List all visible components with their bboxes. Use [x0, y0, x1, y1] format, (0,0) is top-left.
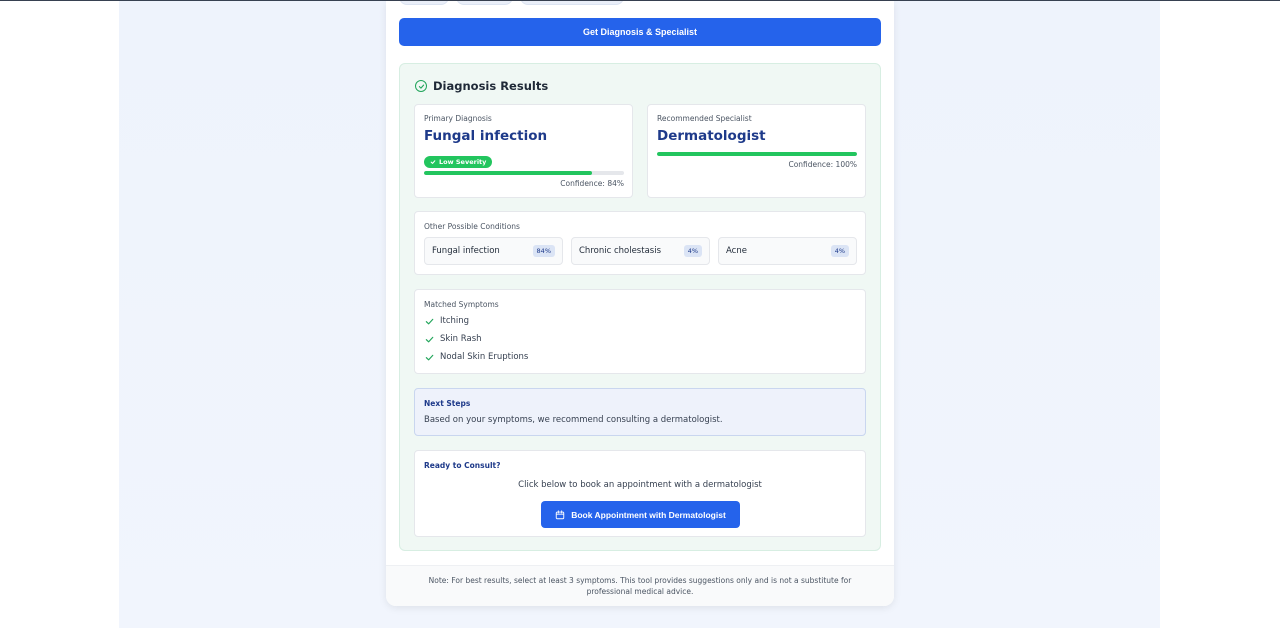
symptom-item: Nodal Skin Eruptions [425, 348, 528, 366]
condition-item[interactable]: Fungal infection 84% [424, 237, 563, 265]
primary-diagnosis-card: Primary Diagnosis Fungal infection Low S… [414, 104, 633, 198]
condition-name: Fungal infection [432, 246, 500, 256]
specialist-label: Recommended Specialist [657, 114, 752, 123]
symptom-item: Skin Rash [425, 330, 528, 348]
severity-badge: Low Severity [424, 150, 493, 169]
condition-item[interactable]: Acne 4% [718, 237, 857, 265]
check-icon [425, 336, 434, 342]
diagnosis-results-panel: Diagnosis Results Primary Diagnosis Fung… [399, 63, 881, 551]
results-title: Diagnosis Results [433, 79, 549, 93]
condition-name: Chronic cholestasis [579, 246, 661, 256]
get-diagnosis-button[interactable]: Get Diagnosis & Specialist [399, 18, 881, 46]
check-circle-icon [415, 80, 427, 92]
symptom-chip[interactable] [399, 1, 449, 5]
next-steps-title: Next Steps [424, 399, 471, 408]
disclaimer-note: Note: For best results, select at least … [386, 565, 894, 606]
primary-confidence-text: Confidence: 84% [560, 179, 624, 188]
primary-diagnosis-value: Fungal infection [424, 128, 548, 144]
matched-symptoms-label: Matched Symptoms [424, 300, 499, 309]
consult-title: Ready to Consult? [424, 461, 501, 470]
condition-percent: 84% [532, 245, 555, 257]
book-appointment-button[interactable]: Book Appointment with Dermatologist [541, 501, 740, 528]
specialist-confidence-fill [657, 152, 857, 156]
matched-symptoms-card: Matched Symptoms Itching Skin Rash Nodal… [414, 289, 866, 374]
condition-percent: 4% [830, 245, 849, 257]
calendar-icon [555, 509, 565, 519]
condition-item[interactable]: Chronic cholestasis 4% [571, 237, 710, 265]
next-steps-text: Based on your symptoms, we recommend con… [424, 415, 723, 425]
recommended-specialist-card: Recommended Specialist Dermatologist Con… [647, 104, 866, 198]
symptom-chip[interactable] [456, 1, 513, 5]
diagnosis-card: Get Diagnosis & Specialist Diagnosis Res… [386, 1, 894, 606]
condition-name: Acne [726, 246, 747, 256]
specialist-confidence-bar [657, 152, 857, 156]
primary-diagnosis-label: Primary Diagnosis [424, 114, 492, 123]
other-conditions-label: Other Possible Conditions [424, 222, 520, 231]
symptom-list: Itching Skin Rash Nodal Skin Eruptions [425, 312, 528, 366]
consult-text: Click below to book an appointment with … [518, 480, 762, 490]
check-icon [425, 354, 434, 360]
other-conditions-card: Other Possible Conditions Fungal infecti… [414, 211, 866, 275]
check-icon [425, 318, 434, 324]
consult-card: Ready to Consult? Click below to book an… [414, 450, 866, 537]
check-icon [430, 160, 436, 164]
condition-percent: 4% [683, 245, 702, 257]
symptom-text: Skin Rash [440, 334, 482, 344]
symptom-text: Itching [440, 316, 470, 326]
primary-confidence-bar [424, 171, 624, 175]
severity-text: Low Severity [439, 158, 487, 166]
specialist-value: Dermatologist [657, 128, 766, 144]
next-steps-box: Next Steps Based on your symptoms, we re… [414, 388, 866, 436]
symptom-text: Nodal Skin Eruptions [440, 352, 529, 362]
symptom-item: Itching [425, 312, 528, 330]
results-header: Diagnosis Results [415, 79, 548, 93]
primary-confidence-fill [424, 171, 592, 175]
specialist-confidence-text: Confidence: 100% [788, 160, 857, 169]
book-appointment-label: Book Appointment with Dermatologist [571, 509, 726, 520]
symptom-chip[interactable] [520, 1, 624, 5]
